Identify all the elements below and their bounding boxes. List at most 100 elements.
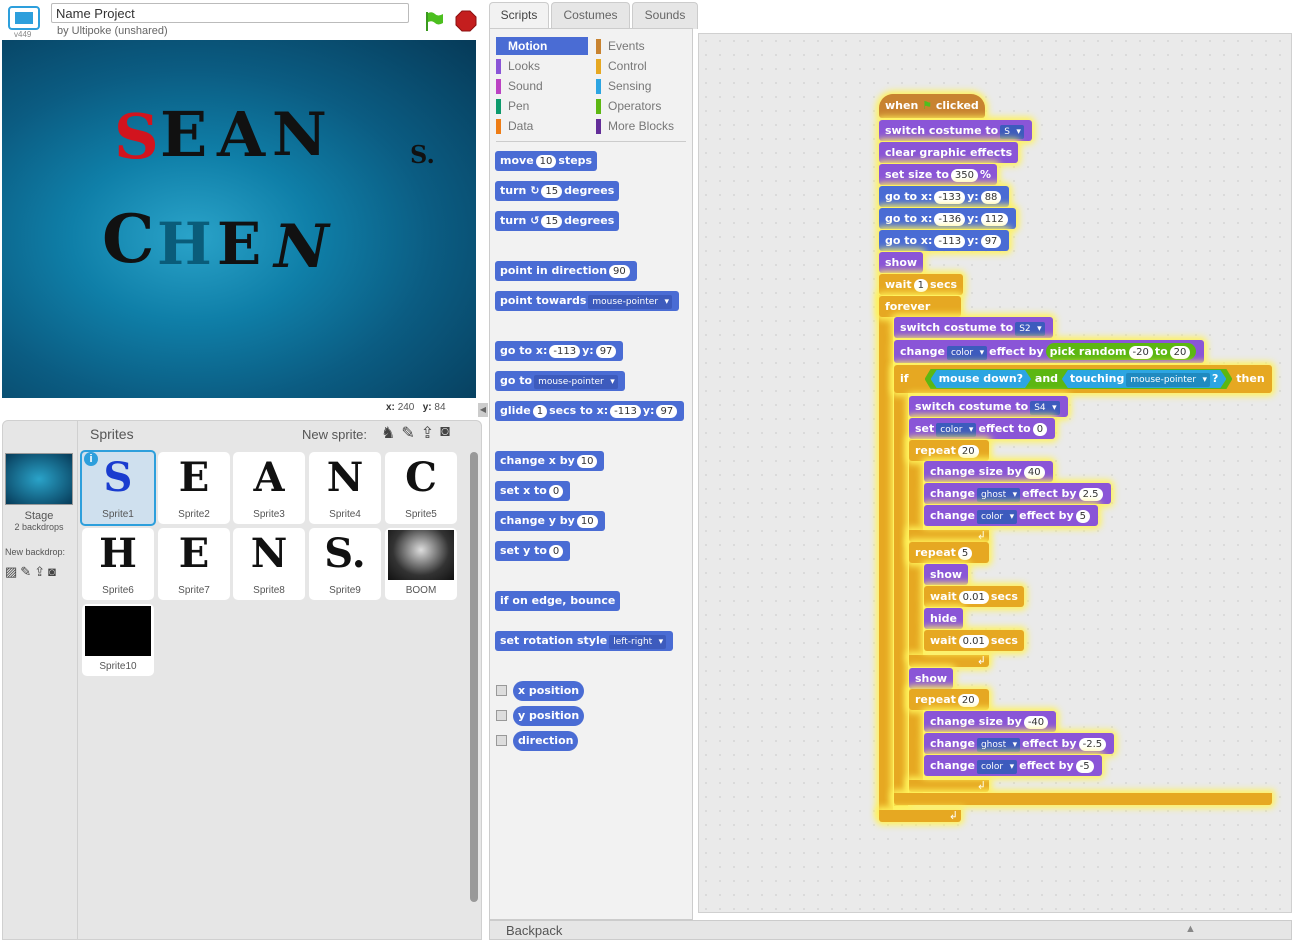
bounce-block[interactable]: if on edge, bounce [495, 591, 621, 611]
hide-block[interactable]: hide [924, 608, 963, 629]
sprite-tile[interactable]: E Sprite2 [158, 452, 230, 524]
upload-icon[interactable]: ⇪ [34, 564, 45, 580]
direction-checkbox[interactable] [496, 735, 507, 746]
change-effect-block[interactable]: changecoloreffect by-5 [924, 755, 1102, 776]
project-title-input[interactable]: Name Project [51, 3, 409, 23]
green-flag-icon[interactable] [423, 10, 445, 32]
category-operators[interactable]: Operators [596, 97, 661, 115]
sprite-tile[interactable]: C Sprite5 [385, 452, 457, 524]
show-block[interactable]: show [924, 564, 969, 585]
category-sensing[interactable]: Sensing [596, 77, 651, 95]
sprite-tile[interactable]: Sprite10 [82, 604, 154, 676]
repeat-block[interactable]: repeat 5 [909, 542, 989, 563]
if-end [894, 793, 1272, 805]
sprite-library-icon[interactable]: ♞ [381, 423, 395, 443]
change-effect-block[interactable]: changecoloreffect by5 [924, 505, 1098, 526]
image-icon[interactable]: ▨ [5, 564, 17, 580]
sprite-tile[interactable]: H Sprite6 [82, 528, 154, 600]
sprite-tile[interactable]: N Sprite8 [233, 528, 305, 600]
sprite-tile[interactable]: S. Sprite9 [309, 528, 381, 600]
wait-block[interactable]: wait 0.01 secs [924, 630, 1024, 651]
point-direction-block[interactable]: point in direction 90 [495, 261, 637, 281]
show-block[interactable]: show [879, 252, 924, 273]
turn-left-block[interactable]: turn ↺ 15 degrees [495, 211, 620, 231]
tab-scripts[interactable]: Scripts [489, 2, 549, 29]
goto-xy-block[interactable]: go to x: -136 y: 112 [879, 208, 1016, 229]
category-more-blocks[interactable]: More Blocks [596, 117, 674, 135]
direction-reporter[interactable]: direction [513, 731, 579, 751]
fullscreen-icon[interactable] [8, 6, 40, 30]
wait-block[interactable]: wait 0.01 secs [924, 586, 1024, 607]
stage-thumbnail[interactable] [5, 453, 73, 505]
sprite-tile[interactable]: i S Sprite1 [80, 450, 156, 526]
upload-icon[interactable]: ⇪ [421, 423, 434, 443]
category-data[interactable]: Data [496, 117, 533, 135]
set-x-block[interactable]: set x to 0 [495, 481, 571, 501]
change-effect-block[interactable]: changecoloreffect bypick random-20to20 [894, 340, 1205, 363]
tab-costumes[interactable]: Costumes [551, 2, 630, 29]
sprite-tile[interactable]: A Sprite3 [233, 452, 305, 524]
if-block[interactable]: ifmouse down? and touchingmouse-pointer?… [894, 365, 1272, 393]
expand-icon[interactable]: ▲ [1185, 923, 1196, 935]
change-y-block[interactable]: change y by 10 [495, 511, 605, 531]
y-position-checkbox[interactable] [496, 710, 507, 721]
category-pen[interactable]: Pen [496, 97, 529, 115]
wait-block[interactable]: wait 1 secs [879, 274, 964, 295]
repeat-block[interactable]: repeat 20 [909, 440, 989, 461]
point-towards-block[interactable]: point towards mouse-pointer [495, 291, 680, 311]
turn-right-block[interactable]: turn ↻ 15 degrees [495, 181, 620, 201]
switch-costume-block[interactable]: switch costume to S [879, 120, 1032, 141]
show-block[interactable]: show [909, 668, 954, 689]
goto-xy-block[interactable]: go to x: -113 y: 97 [879, 230, 1010, 251]
goto-xy-block[interactable]: go to x: -133 y: 88 [879, 186, 1010, 207]
paint-brush-icon[interactable]: ✎ [401, 423, 414, 443]
tab-sounds[interactable]: Sounds [632, 2, 698, 29]
stage-canvas[interactable]: S E A N S. C H E N [2, 40, 476, 398]
change-effect-block[interactable]: changeghosteffect by-2.5 [924, 733, 1115, 754]
forever-block[interactable]: forever [879, 296, 961, 317]
category-events[interactable]: Events [596, 37, 645, 55]
change-size-block[interactable]: change size by 40 [924, 461, 1053, 482]
category-looks[interactable]: Looks [496, 57, 540, 75]
category-motion[interactable]: Motion [496, 37, 588, 55]
repeat-block[interactable]: repeat 20 [909, 689, 989, 710]
goto-block[interactable]: go to mouse-pointer [495, 371, 625, 391]
switch-costume-block[interactable]: switch costume to S2 [894, 317, 1053, 338]
goto-xy-block[interactable]: go to x: -113 y: 97 [495, 341, 624, 361]
rotation-style-block[interactable]: set rotation style left-right [495, 631, 674, 651]
sprites-scrollbar[interactable] [470, 452, 478, 902]
paint-brush-icon[interactable]: ✎ [20, 564, 31, 580]
sprites-header: Sprites [90, 426, 134, 442]
sprite-tile[interactable]: N Sprite4 [309, 452, 381, 524]
change-size-block[interactable]: change size by -40 [924, 711, 1057, 732]
glide-block[interactable]: glide 1 secs to x: -113 y: 97 [495, 401, 685, 421]
move-steps-block[interactable]: move 10 steps [495, 151, 598, 171]
y-position-reporter[interactable]: y position [513, 706, 585, 726]
set-effect-block[interactable]: setcoloreffect to0 [909, 418, 1056, 439]
collapse-stage-button[interactable]: ◀ [478, 403, 488, 417]
forever-end: ↲ [879, 810, 961, 822]
set-y-block[interactable]: set y to 0 [495, 541, 571, 561]
category-control[interactable]: Control [596, 57, 647, 75]
x-position-reporter[interactable]: x position [513, 681, 585, 701]
clear-effects-block[interactable]: clear graphic effects [879, 142, 1019, 163]
new-backdrop-label: New backdrop: [5, 547, 66, 557]
x-position-checkbox[interactable] [496, 685, 507, 696]
stop-icon[interactable] [455, 10, 477, 32]
sprite-thumbnail [85, 606, 151, 656]
camera-icon[interactable]: ◙ [48, 564, 56, 580]
camera-icon[interactable]: ◙ [440, 423, 450, 443]
change-effect-block[interactable]: changeghosteffect by2.5 [924, 483, 1111, 504]
switch-costume-block[interactable]: switch costume to S4 [909, 396, 1068, 417]
sprite-tile[interactable]: BOOM [385, 528, 457, 600]
stage-letter: S. [410, 140, 435, 169]
new-sprite-icons: ♞ ✎ ⇪ ◙ [381, 423, 450, 443]
repeat-end: ↲ [909, 655, 989, 667]
mouse-coords: x: 240 y: 84 [386, 402, 446, 413]
set-size-block[interactable]: set size to 350% [879, 164, 998, 185]
change-x-block[interactable]: change x by 10 [495, 451, 605, 471]
backpack-bar[interactable]: Backpack [489, 920, 1292, 940]
when-flag-clicked-hat[interactable]: when ⚑ clicked [879, 94, 985, 118]
category-sound[interactable]: Sound [496, 77, 543, 95]
sprite-tile[interactable]: E Sprite7 [158, 528, 230, 600]
